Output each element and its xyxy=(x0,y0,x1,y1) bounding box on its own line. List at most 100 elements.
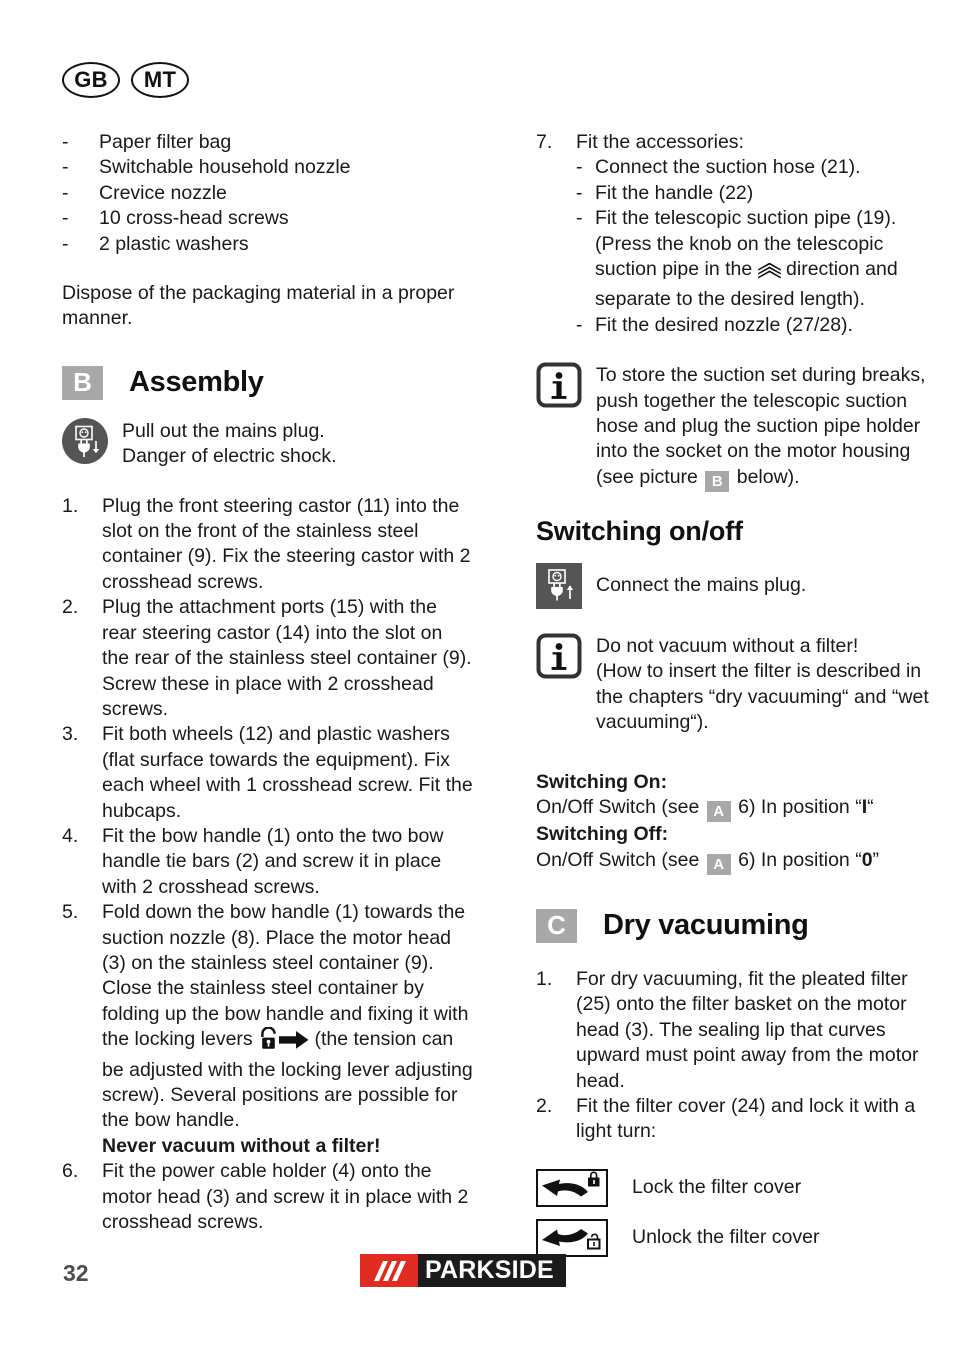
logo-wordmark: PARKSIDE xyxy=(418,1254,566,1287)
step-number: 5. xyxy=(62,901,79,924)
connect-plug-note: Connect the mains plug. xyxy=(536,563,947,610)
section-badge-b: B xyxy=(62,365,103,400)
lock-open-arrow-icon xyxy=(536,1218,608,1257)
never-vacuum-note: Never vacuum without a filter! xyxy=(102,1134,381,1157)
list-item: - Fit the desired nozzle (27/28). xyxy=(576,313,947,338)
dash-marker: - xyxy=(576,207,583,230)
switching-on-label: Switching On: xyxy=(536,770,668,793)
dry-vacuuming-title: Dry vacuuming xyxy=(603,909,809,942)
dispose-note: Dispose of the packaging material in a p… xyxy=(62,282,455,330)
assembly-steps-list: 1. Plug the front steering castor (11) i… xyxy=(62,494,473,1236)
switching-off-position: 0 xyxy=(861,848,873,871)
list-item: - 2 plastic washers xyxy=(62,232,473,257)
step-number: 2. xyxy=(62,596,79,619)
part-label: 10 cross-head screws xyxy=(99,207,289,230)
list-item: 2. Plug the attachment ports (15) with t… xyxy=(62,595,473,722)
country-badge-mt: MT xyxy=(131,62,189,98)
step-number: 1. xyxy=(62,494,79,517)
dry-vacuuming-section-heading: C Dry vacuuming xyxy=(536,908,947,943)
content-columns: - Paper filter bag - Switchable househol… xyxy=(0,130,954,1269)
country-badge-row: GB MT xyxy=(62,62,189,98)
padlock-open-icon xyxy=(258,1026,279,1057)
dash-marker: - xyxy=(62,181,69,204)
dry-vacuuming-steps-list: 1. For dry vacuuming, fit the pleated fi… xyxy=(536,967,947,1145)
step-text: Fit both wheels (12) and plastic washers… xyxy=(102,723,473,822)
list-item: 1. For dry vacuuming, fit the pleated fi… xyxy=(536,967,947,1094)
section-badge-c: C xyxy=(536,908,577,943)
dash-marker: - xyxy=(576,313,583,336)
step-number: 7. xyxy=(536,131,553,153)
dash-marker: - xyxy=(62,131,69,153)
part-label: Paper filter bag xyxy=(99,131,232,153)
list-item: 3. Fit both wheels (12) and plastic wash… xyxy=(62,722,473,824)
accessory-label: Fit the desired nozzle (27/28). xyxy=(595,313,853,336)
inline-badge-a: A xyxy=(706,853,731,875)
accessories-step-list: 7. Fit the accessories: - Connect the su… xyxy=(536,130,947,338)
store-suction-set-info: To store the suction set during breaks, … xyxy=(536,362,947,493)
manual-page: GB MT - Paper filter bag - Switchable ho… xyxy=(0,0,954,1354)
step-text: For dry vacuuming, fit the pleated filte… xyxy=(576,967,919,1092)
switching-on-after: 6) In position “ xyxy=(732,796,862,819)
assembly-section-heading: B Assembly xyxy=(62,365,473,400)
step-text: Plug the front steering castor (11) into… xyxy=(102,494,471,593)
pull-plug-warning-text: Pull out the mains plug. Danger of elect… xyxy=(122,418,337,470)
list-item: - Fit the telescopic suction pipe (19). … xyxy=(576,206,947,313)
switching-section-title: Switching on/off xyxy=(536,516,743,547)
list-item: 1. Plug the front steering castor (11) i… xyxy=(62,494,473,596)
switching-on-before: On/Off Switch (see xyxy=(536,796,705,819)
switching-off-instruction: On/Off Switch (see A 6) In position “0” xyxy=(536,848,947,875)
step-number: 4. xyxy=(62,824,79,847)
lock-filter-cover-row: Lock the filter cover xyxy=(536,1168,947,1207)
dash-marker: - xyxy=(576,156,583,179)
switching-on-instruction: On/Off Switch (see A 6) In position “I“ xyxy=(536,795,947,823)
step-number: 6. xyxy=(62,1160,79,1183)
country-badge-gb: GB xyxy=(62,62,120,98)
filter-info-line-2: (How to insert the filter is described i… xyxy=(596,660,929,734)
step-number: 1. xyxy=(536,967,553,990)
filter-info-line-1: Do not vacuum without a filter! xyxy=(596,635,859,658)
lock-closed-arrow-icon xyxy=(536,1168,608,1207)
switching-off-before: On/Off Switch (see xyxy=(536,848,705,871)
part-label: 2 plastic washers xyxy=(99,232,249,255)
info-text-after: below). xyxy=(731,465,800,488)
inline-badge-a: A xyxy=(706,801,731,823)
store-suction-set-text: To store the suction set during breaks, … xyxy=(596,362,947,493)
right-column: 7. Fit the accessories: - Connect the su… xyxy=(536,130,947,1269)
step-number: 3. xyxy=(62,723,79,746)
accessory-label-with-icon: Fit the telescopic suction pipe (19). (P… xyxy=(595,206,947,313)
step-text-with-icons: Fold down the bow handle (1) towards the… xyxy=(102,900,473,1159)
dash-marker: - xyxy=(62,207,69,230)
list-item: - Fit the handle (22) xyxy=(576,181,947,206)
step-text: Fit the filter cover (24) and lock it wi… xyxy=(576,1094,916,1143)
list-item: - Switchable household nozzle xyxy=(62,155,473,180)
dash-marker: - xyxy=(62,156,69,179)
filter-info-note: Do not vacuum without a filter! (How to … xyxy=(536,633,947,736)
brand-name: PARKSIDE xyxy=(425,1256,554,1284)
logo-slashes-icon xyxy=(360,1254,418,1287)
switching-off-label: Switching Off: xyxy=(536,823,669,846)
list-item: - 10 cross-head screws xyxy=(62,206,473,231)
accessories-sub-list: - Connect the suction hose (21). - Fit t… xyxy=(576,155,947,338)
switching-off-after: 6) In position “ xyxy=(732,848,862,871)
parts-list: - Paper filter bag - Switchable househol… xyxy=(62,130,473,257)
part-label: Switchable household nozzle xyxy=(99,156,351,179)
page-number: 32 xyxy=(63,1260,89,1286)
right-arrow-icon xyxy=(279,1030,309,1057)
lock-filter-cover-label: Lock the filter cover xyxy=(632,1176,802,1199)
list-item: - Crevice nozzle xyxy=(62,181,473,206)
info-icon xyxy=(536,362,582,408)
inline-badge-b: B xyxy=(705,471,730,493)
warning-line-1: Pull out the mains plug. xyxy=(122,419,325,442)
part-label: Crevice nozzle xyxy=(99,181,227,204)
list-item: 6. Fit the power cable holder (4) onto t… xyxy=(62,1159,473,1235)
left-column: - Paper filter bag - Switchable househol… xyxy=(62,130,473,1269)
connect-plug-text: Connect the mains plug. xyxy=(596,574,807,597)
triple-chevron-up-icon xyxy=(757,262,781,287)
switching-on-end: “ xyxy=(867,796,874,819)
step-text: Fit the power cable holder (4) onto the … xyxy=(102,1160,469,1234)
accessory-label: Fit the handle (22) xyxy=(595,181,754,204)
pull-plug-warning: Pull out the mains plug. Danger of elect… xyxy=(62,417,473,470)
switching-off-end: ” xyxy=(872,848,880,871)
unlock-filter-cover-row: Unlock the filter cover xyxy=(536,1218,947,1257)
page-title: Assembly xyxy=(129,366,264,399)
